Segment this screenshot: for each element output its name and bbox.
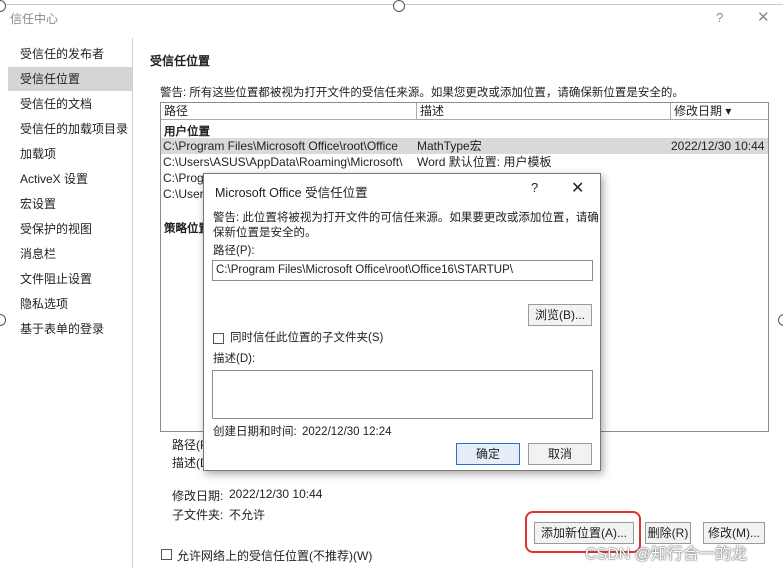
sidebar-item-privacy[interactable]: 隐私选项 <box>8 292 132 316</box>
ok-button[interactable]: 确定 <box>456 443 520 465</box>
sidebar-item-file-block[interactable]: 文件阻止设置 <box>8 267 132 291</box>
dialog-warning-line1: 警告: 此位置将被视为打开文件的可信任来源。如果要更改或添加位置，请确 <box>213 212 599 224</box>
trusted-location-dialog: Microsoft Office 受信任位置 ? ✕ 警告: 此位置将被视为打开… <box>203 173 601 471</box>
warning-text: 警告: 所有这些位置都被视为打开文件的受信任来源。如果您更改或添加位置，请确保新… <box>160 87 684 99</box>
resize-handle-top[interactable] <box>393 0 405 12</box>
row-path: C:\Program Files\Microsoft Office\root\O… <box>163 139 398 153</box>
row-path: C:\Users\ASUS\AppData\Roaming\Microsoft\ <box>163 155 403 169</box>
browse-button[interactable]: 浏览(B)... <box>528 304 592 326</box>
sidebar-item-message-bar[interactable]: 消息栏 <box>8 242 132 266</box>
group-header-user: 用户位置 <box>164 126 210 138</box>
dialog-title: Microsoft Office 受信任位置 <box>215 186 368 200</box>
column-header-path[interactable]: 路径 <box>161 103 417 120</box>
window-title: 信任中心 <box>10 12 59 26</box>
dialog-close-icon[interactable]: ✕ <box>571 178 584 198</box>
description-input[interactable] <box>212 370 593 419</box>
dialog-created-value: 2022/12/30 12:24 <box>302 426 392 438</box>
sidebar-item-trusted-publishers[interactable]: 受信任的发布者 <box>8 42 132 66</box>
path-input-value: C:\Program Files\Microsoft Office\root\O… <box>216 264 513 276</box>
dialog-created-label: 创建日期和时间: <box>213 426 297 438</box>
sidebar-item-form-login[interactable]: 基于表单的登录 <box>8 317 132 341</box>
resize-handle-left[interactable] <box>0 314 6 326</box>
sidebar-item-protected-view[interactable]: 受保护的视图 <box>8 217 132 241</box>
section-title: 受信任位置 <box>150 54 211 68</box>
sidebar: 受信任的发布者 受信任位置 受信任的文档 受信任的加载项目录 加载项 Activ… <box>8 38 133 568</box>
path-input[interactable]: C:\Program Files\Microsoft Office\root\O… <box>212 260 593 281</box>
detail-modified-value: 2022/12/30 10:44 <box>229 487 323 501</box>
allow-network-label: 允许网络上的受信任位置(不推荐)(W) <box>177 549 373 563</box>
window-top-border <box>0 4 783 5</box>
sidebar-item-activex[interactable]: ActiveX 设置 <box>8 167 132 191</box>
dialog-path-label: 路径(P): <box>213 245 255 257</box>
resize-handle-right[interactable] <box>778 314 783 326</box>
row-description: MathType宏 <box>417 139 482 153</box>
subfolder-checkbox-label: 同时信任此位置的子文件夹(S) <box>230 332 384 344</box>
allow-network-checkbox[interactable] <box>161 549 172 560</box>
dialog-warning-line2: 保新位置是安全的。 <box>213 227 317 239</box>
detail-subfolders-label: 子文件夹: <box>172 508 224 522</box>
sidebar-item-trusted-documents[interactable]: 受信任的文档 <box>8 92 132 116</box>
subfolder-checkbox[interactable] <box>213 333 224 344</box>
sidebar-item-macro-settings[interactable]: 宏设置 <box>8 192 132 216</box>
resize-handle-top-left[interactable] <box>0 0 6 12</box>
sidebar-item-trusted-locations[interactable]: 受信任位置 <box>8 67 132 91</box>
table-row[interactable]: C:\Users\ASUS\AppData\Roaming\Microsoft\… <box>161 154 768 170</box>
close-icon[interactable]: ✕ <box>757 8 770 26</box>
watermark: CSDN @知行合一的龙 <box>585 546 748 563</box>
detail-subfolders-value: 不允许 <box>229 508 266 522</box>
column-header-date[interactable]: 修改日期 ▾ <box>671 103 768 120</box>
help-icon[interactable]: ? <box>716 10 723 25</box>
dialog-desc-label: 描述(D): <box>213 353 256 365</box>
sidebar-item-addins[interactable]: 加载项 <box>8 142 132 166</box>
cancel-button[interactable]: 取消 <box>528 443 592 465</box>
row-date: 2022/12/30 10:44 <box>671 139 765 153</box>
row-description: Word 默认位置: 用户模板 <box>417 155 552 169</box>
dialog-help-icon[interactable]: ? <box>531 180 538 195</box>
table-row[interactable]: C:\Program Files\Microsoft Office\root\O… <box>161 138 768 154</box>
column-header-description[interactable]: 描述 <box>417 103 671 120</box>
detail-modified-label: 修改日期: <box>172 489 224 503</box>
sidebar-item-trusted-addin-catalogs[interactable]: 受信任的加载项目录 <box>8 117 132 141</box>
